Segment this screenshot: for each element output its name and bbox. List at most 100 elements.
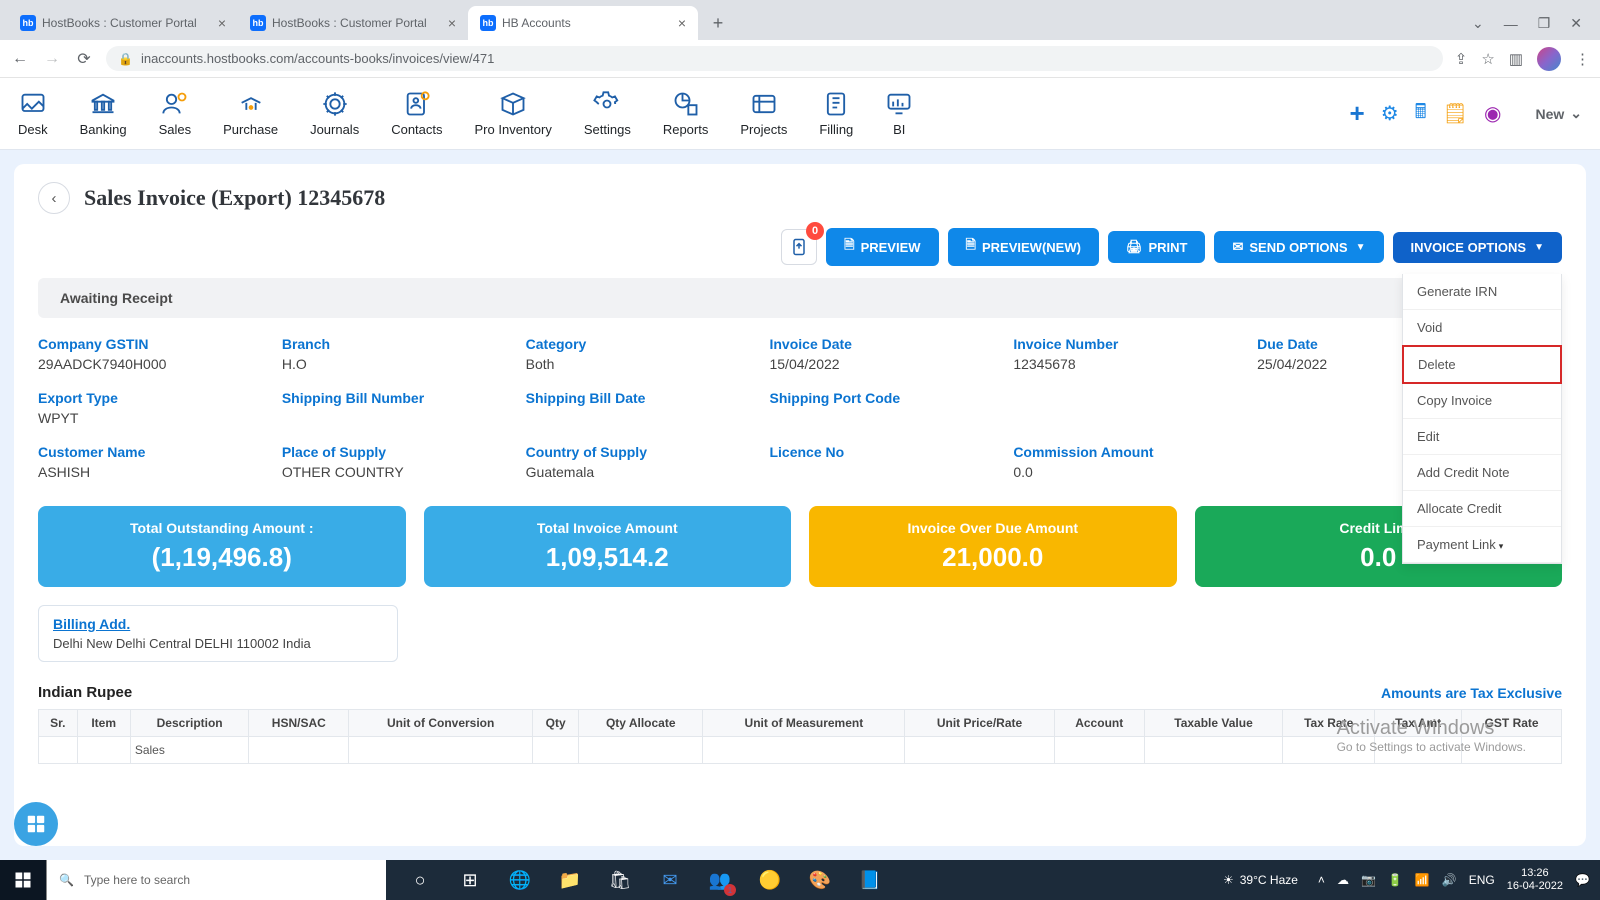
dd-payment-link[interactable]: Payment Link▾ bbox=[1403, 527, 1561, 563]
summary-row: Total Outstanding Amount :(1,19,496.8) T… bbox=[14, 506, 1586, 605]
new-tab-button[interactable]: + bbox=[704, 9, 732, 37]
browser-tab-active[interactable]: hb HB Accounts × bbox=[468, 6, 698, 40]
edge-icon[interactable]: 🌐 bbox=[498, 860, 542, 900]
browser-tab[interactable]: hb HostBooks : Customer Portal × bbox=[238, 6, 468, 40]
status-bar: Awaiting Receipt bbox=[38, 278, 1562, 318]
tray-chevron-icon[interactable]: ˄ bbox=[1318, 873, 1325, 887]
notes-icon[interactable]: 🗒 bbox=[1443, 101, 1468, 126]
taskbar-clock[interactable]: 13:2616-04-2022 bbox=[1507, 867, 1563, 893]
tab-title: HostBooks : Customer Portal bbox=[272, 16, 442, 30]
maximize-icon[interactable]: ❐ bbox=[1538, 15, 1551, 32]
window-controls: ⌄ — ❐ ✕ bbox=[1472, 15, 1600, 40]
field-value: 12345678 bbox=[1013, 356, 1257, 372]
url-box[interactable]: 🔒 inaccounts.hostbooks.com/accounts-book… bbox=[106, 46, 1443, 71]
col-taxable: Taxable Value bbox=[1144, 710, 1282, 737]
back-icon[interactable]: ← bbox=[10, 50, 30, 68]
nav-inventory[interactable]: Pro Inventory bbox=[475, 90, 552, 137]
dd-add-credit-note[interactable]: Add Credit Note bbox=[1403, 455, 1561, 491]
language-indicator[interactable]: ENG bbox=[1469, 873, 1495, 887]
close-icon[interactable]: × bbox=[678, 15, 686, 31]
minimize-icon[interactable]: — bbox=[1504, 16, 1518, 32]
file-icon: 🗎 bbox=[966, 236, 976, 258]
dd-edit[interactable]: Edit bbox=[1403, 419, 1561, 455]
mail-icon[interactable]: ✉ bbox=[648, 860, 692, 900]
star-icon[interactable]: ☆ bbox=[1481, 50, 1494, 68]
nav-bi[interactable]: BI bbox=[885, 90, 913, 137]
dd-generate-irn[interactable]: Generate IRN bbox=[1403, 274, 1561, 310]
nav-journals[interactable]: Journals bbox=[310, 90, 359, 137]
invoice-info-grid: Company GSTIN29AADCK7940H000 BranchH.O C… bbox=[14, 318, 1586, 506]
onedrive-icon[interactable]: ☁ bbox=[1337, 873, 1349, 887]
close-icon[interactable]: × bbox=[448, 15, 456, 31]
currency-label: Indian Rupee bbox=[38, 684, 132, 701]
tax-note: Amounts are Tax Exclusive bbox=[1381, 685, 1562, 701]
back-button[interactable]: ‹ bbox=[38, 182, 70, 214]
file-icon: 🗎 bbox=[844, 236, 854, 258]
store-icon[interactable]: 🛍 bbox=[598, 860, 642, 900]
profile-avatar[interactable] bbox=[1537, 47, 1561, 71]
meet-now-icon[interactable]: 📷 bbox=[1361, 873, 1376, 887]
invoice-options-button[interactable]: INVOICE OPTIONS▼ bbox=[1393, 232, 1562, 263]
tab-favicon: hb bbox=[20, 15, 36, 31]
kebab-icon[interactable]: ⋮ bbox=[1575, 50, 1590, 68]
volume-icon[interactable]: 🔊 bbox=[1442, 873, 1457, 887]
nav-desk[interactable]: Desk bbox=[18, 90, 48, 137]
taskview-icon[interactable]: ⊞ bbox=[448, 860, 492, 900]
preview-new-button[interactable]: 🗎PREVIEW(NEW) bbox=[948, 228, 1099, 266]
forward-icon[interactable]: → bbox=[42, 50, 62, 68]
cortana-icon[interactable]: ○ bbox=[398, 860, 442, 900]
nav-contacts[interactable]: Contacts bbox=[391, 90, 442, 137]
field-label: Branch bbox=[282, 336, 526, 352]
preview-button[interactable]: 🗎PREVIEW bbox=[826, 228, 938, 266]
explorer-icon[interactable]: 📁 bbox=[548, 860, 592, 900]
new-dropdown[interactable]: New⌄ bbox=[1535, 105, 1582, 122]
browser-tab-strip: hb HostBooks : Customer Portal × hb Host… bbox=[0, 0, 1600, 40]
paint-icon[interactable]: 🎨 bbox=[798, 860, 842, 900]
billing-heading[interactable]: Billing Add. bbox=[53, 616, 383, 632]
field-value: 15/04/2022 bbox=[769, 356, 1013, 372]
gear-icon[interactable]: ⚙ bbox=[1381, 101, 1399, 126]
plus-icon[interactable]: + bbox=[1350, 98, 1365, 129]
nav-sales[interactable]: Sales bbox=[159, 90, 192, 137]
start-button[interactable] bbox=[0, 860, 46, 900]
attachment-button[interactable]: 0 bbox=[781, 229, 817, 265]
print-button[interactable]: 🖨PRINT bbox=[1108, 231, 1206, 263]
nav-banking[interactable]: Banking bbox=[80, 90, 127, 137]
summary-overdue: Invoice Over Due Amount21,000.0 bbox=[809, 506, 1177, 587]
nav-settings[interactable]: Settings bbox=[584, 90, 631, 137]
puzzle-icon[interactable]: ▥ bbox=[1509, 50, 1523, 68]
calculator-icon[interactable]: 🖩 bbox=[1415, 97, 1427, 131]
battery-icon[interactable]: 🔋 bbox=[1388, 873, 1403, 887]
dd-void[interactable]: Void bbox=[1403, 310, 1561, 346]
dd-copy-invoice[interactable]: Copy Invoice bbox=[1403, 383, 1561, 419]
dd-delete[interactable]: Delete bbox=[1402, 345, 1562, 384]
action-center-icon[interactable]: 💬 bbox=[1575, 873, 1590, 887]
tab-title: HB Accounts bbox=[502, 16, 672, 30]
word-icon[interactable]: 📘 bbox=[848, 860, 892, 900]
window-close-icon[interactable]: ✕ bbox=[1570, 15, 1582, 32]
taskbar-search[interactable]: 🔍Type here to search bbox=[46, 860, 386, 900]
nav-filling[interactable]: Filling bbox=[819, 90, 853, 137]
lock-icon: 🔒 bbox=[118, 52, 133, 66]
app-launcher-fab[interactable] bbox=[14, 802, 58, 846]
chevron-down-icon: ⌄ bbox=[1570, 105, 1582, 122]
wifi-icon[interactable]: 📶 bbox=[1415, 873, 1430, 887]
reload-icon[interactable]: ⟳ bbox=[74, 49, 94, 69]
nav-projects[interactable]: Projects bbox=[740, 90, 787, 137]
chrome-icon[interactable]: 🟡 bbox=[748, 860, 792, 900]
nav-purchase[interactable]: Purchase bbox=[223, 90, 278, 137]
table-row: Sales bbox=[39, 737, 1562, 764]
line-items-table: Sr. Item Description HSN/SAC Unit of Con… bbox=[38, 709, 1562, 764]
browser-tab[interactable]: hb HostBooks : Customer Portal × bbox=[8, 6, 238, 40]
teams-icon[interactable]: 👥1 bbox=[698, 860, 742, 900]
weather-widget[interactable]: ☀39°C Haze bbox=[1223, 873, 1298, 887]
chevron-down-icon[interactable]: ⌄ bbox=[1472, 15, 1484, 32]
send-options-button[interactable]: ✉SEND OPTIONS▼ bbox=[1214, 231, 1383, 263]
nav-reports[interactable]: Reports bbox=[663, 90, 709, 137]
close-icon[interactable]: × bbox=[218, 15, 226, 31]
dd-allocate-credit[interactable]: Allocate Credit bbox=[1403, 491, 1561, 527]
new-badge-icon[interactable]: ◉ bbox=[1484, 101, 1501, 126]
col-price: Unit Price/Rate bbox=[905, 710, 1054, 737]
col-qty-alloc: Qty Allocate bbox=[579, 710, 703, 737]
share-icon[interactable]: ⇪ bbox=[1455, 50, 1468, 68]
